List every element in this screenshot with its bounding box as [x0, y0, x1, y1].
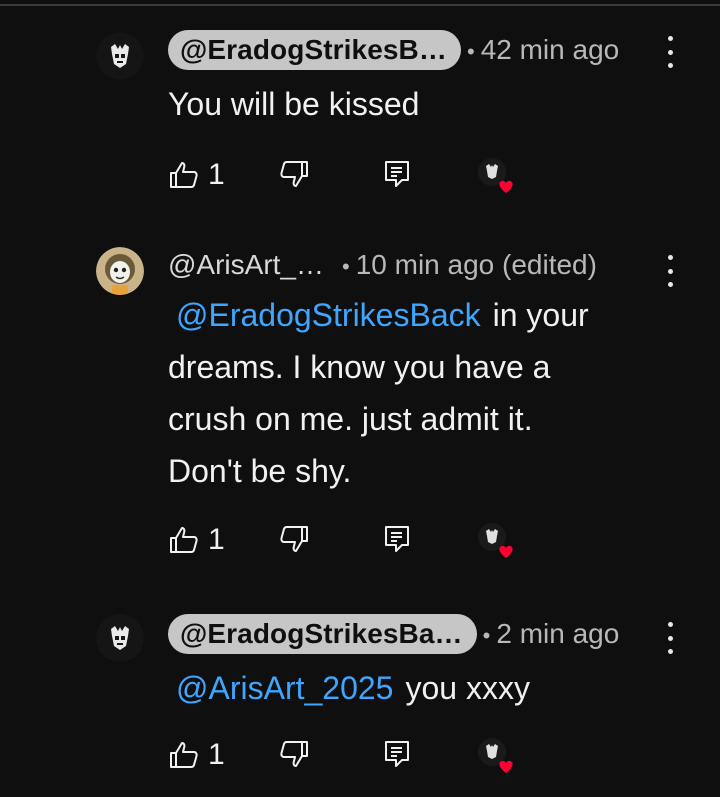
- like-button[interactable]: 1: [168, 158, 225, 192]
- comment-text: You will be kissed: [168, 86, 420, 122]
- thumbs-down-icon: [280, 526, 308, 552]
- dislike-button[interactable]: [278, 738, 310, 770]
- reply-button[interactable]: [381, 158, 413, 190]
- dislike-button[interactable]: [278, 158, 310, 190]
- more-vert-icon[interactable]: [663, 255, 677, 287]
- like-button[interactable]: 1: [168, 523, 225, 557]
- comment-time: • 10 min ago (edited): [342, 249, 597, 280]
- like-count: 1: [208, 738, 225, 771]
- comment-actions: 1: [168, 158, 528, 198]
- like-button[interactable]: 1: [168, 738, 225, 772]
- comment-text: @EradogStrikesBack in your dreams. I know…: [168, 289, 658, 497]
- creator-heart[interactable]: [476, 156, 516, 196]
- creator-heart-icon: [478, 523, 513, 558]
- avatar[interactable]: [96, 247, 144, 295]
- comment-time: • 2 min ago: [482, 618, 620, 649]
- top-divider: [0, 4, 720, 6]
- reply-button[interactable]: [381, 738, 413, 770]
- creator-heart-icon: [478, 738, 513, 773]
- comment-actions: 1: [168, 738, 528, 778]
- thumbs-down-icon: [280, 161, 308, 187]
- avatar[interactable]: [96, 32, 144, 80]
- thumbs-up-icon: [170, 527, 198, 553]
- more-vert-icon[interactable]: [663, 36, 677, 68]
- comment-header: @EradogStrikesB… • 42 min ago: [168, 30, 619, 70]
- creator-heart-icon: [478, 158, 513, 193]
- like-count: 1: [208, 158, 225, 191]
- comment-line: dreams. I know you have a: [168, 349, 551, 385]
- comment-text: @ArisArt_2025 you xxxy: [176, 670, 530, 706]
- avatar[interactable]: [96, 614, 144, 662]
- thumbs-up-icon: [170, 742, 198, 768]
- comment-time: • 42 min ago: [466, 34, 620, 65]
- reply-icon: [385, 741, 409, 767]
- dislike-button[interactable]: [278, 523, 310, 555]
- mention-link[interactable]: @EradogStrikesBack: [176, 297, 481, 333]
- thumbs-up-icon: [170, 162, 198, 188]
- author-handle[interactable]: @EradogStrikesB…: [168, 30, 461, 70]
- comment-header: @EradogStrikesBa… • 2 min ago: [168, 614, 619, 654]
- comment-line: @EradogStrikesBack in your: [176, 297, 589, 333]
- author-handle[interactable]: @ArisArt_…: [168, 249, 324, 281]
- like-count: 1: [208, 523, 225, 556]
- comment-line: Don't be shy.: [168, 453, 352, 489]
- comment-header: @ArisArt_… • 10 min ago (edited): [168, 245, 597, 285]
- reply-icon: [385, 526, 409, 552]
- comment-actions: 1: [168, 523, 528, 563]
- author-handle[interactable]: @EradogStrikesBa…: [168, 614, 477, 654]
- creator-heart[interactable]: [476, 736, 516, 776]
- reply-button[interactable]: [381, 523, 413, 555]
- more-vert-icon[interactable]: [663, 622, 677, 654]
- comment-line: crush on me. just admit it.: [168, 401, 533, 437]
- thumbs-down-icon: [280, 741, 308, 767]
- mention-link[interactable]: @ArisArt_2025: [176, 670, 393, 706]
- reply-icon: [385, 161, 409, 187]
- creator-heart[interactable]: [476, 521, 516, 561]
